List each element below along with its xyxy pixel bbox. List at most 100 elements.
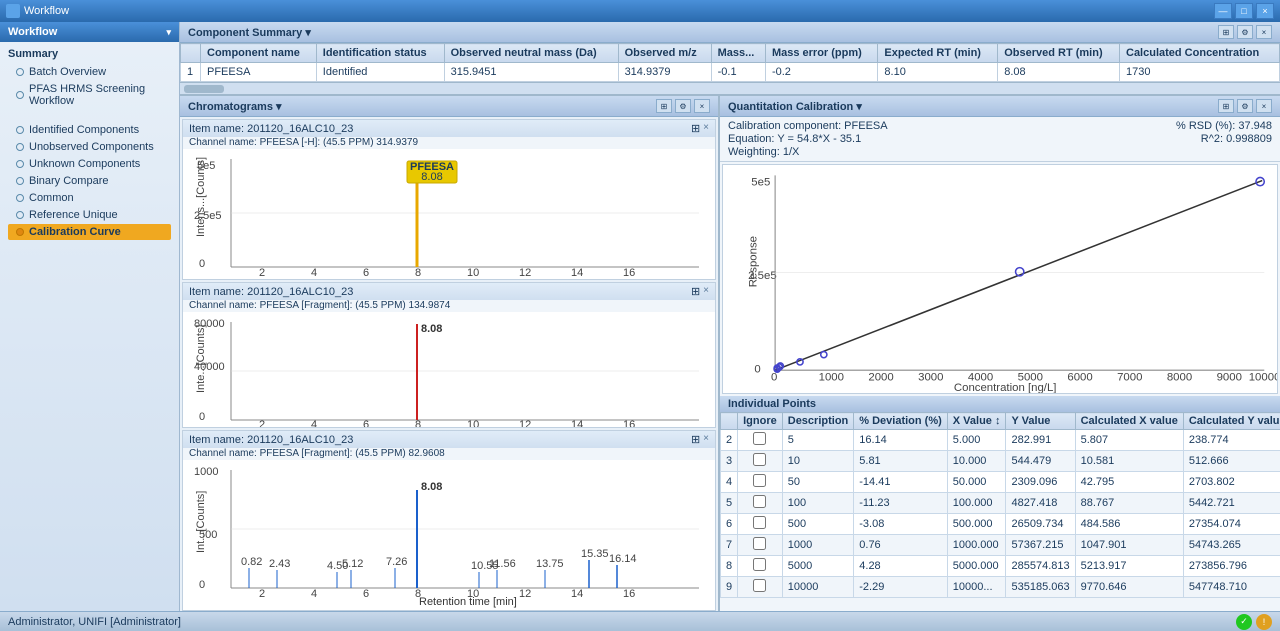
window-controls[interactable]: — □ × (1214, 3, 1274, 19)
table-row[interactable]: 1 PFEESA Identified 315.9451 314.9379 -0… (181, 63, 1280, 82)
col-pct-deviation[interactable]: % Deviation (%) (854, 413, 948, 430)
ignore-checkbox[interactable] (753, 495, 766, 508)
calc-y-cell: 5442.721 (1183, 493, 1280, 514)
sidebar-arrow-icon[interactable]: ▾ (166, 27, 171, 38)
ignore-cell[interactable] (738, 514, 783, 535)
chromatograms-title: Chromatograms ▾ (188, 100, 282, 113)
svg-text:1000: 1000 (194, 466, 218, 478)
col-calc-x[interactable]: Calculated X value (1075, 413, 1183, 430)
col-calc-conc[interactable]: Calculated Concentration (1120, 44, 1280, 63)
col-expected-rt[interactable]: Expected RT (min) (878, 44, 998, 63)
ignore-cell[interactable] (738, 451, 783, 472)
calib-close-btn[interactable]: × (1256, 99, 1272, 113)
sidebar-item-batch-overview[interactable]: Batch Overview (8, 64, 171, 80)
panel-close-btn[interactable]: × (1256, 25, 1272, 39)
col-mass-error[interactable]: Mass error (ppm) (765, 44, 877, 63)
ignore-cell[interactable] (738, 577, 783, 598)
chrom-expand-icon-3[interactable]: ⊞ (691, 433, 700, 446)
panel-settings-btn[interactable]: ⚙ (1237, 25, 1253, 39)
svg-text:7.26: 7.26 (386, 556, 407, 568)
chrom-expand-icon-2[interactable]: ⊞ (691, 285, 700, 298)
ignore-cell[interactable] (738, 430, 783, 451)
calib-settings-btn[interactable]: ⚙ (1237, 99, 1253, 113)
col-id-status[interactable]: Identification status (316, 44, 444, 63)
chrom-expand-icon[interactable]: ⊞ (691, 122, 700, 135)
col-description[interactable]: Description (782, 413, 854, 430)
sidebar-item-common[interactable]: Common (8, 190, 171, 206)
table-row[interactable]: 3 10 5.81 10.000 544.479 10.581 512.666 (721, 451, 1280, 472)
minimize-button[interactable]: — (1214, 3, 1232, 19)
component-summary-header: Component Summary ▾ ⊞ ⚙ × (180, 22, 1280, 43)
sidebar-item-label: Unobserved Components (29, 141, 154, 153)
col-x-value[interactable]: X Value ↕ (947, 413, 1006, 430)
chrom-close-btn[interactable]: × (694, 99, 710, 113)
table-row[interactable]: 6 500 -3.08 500.000 26509.734 484.586 27… (721, 514, 1280, 535)
col-neutral-mass[interactable]: Observed neutral mass (Da) (444, 44, 618, 63)
sidebar-item-unobserved[interactable]: Unobserved Components (8, 139, 171, 155)
ignore-cell[interactable] (738, 535, 783, 556)
sidebar-item-identified[interactable]: Identified Components (8, 122, 171, 138)
chrom-controls-3[interactable]: ⊞ × (691, 433, 709, 446)
calib-component-label: Calibration component: PFEESA (728, 120, 888, 132)
sidebar-item-reference-unique[interactable]: Reference Unique (8, 207, 171, 223)
close-button[interactable]: × (1256, 3, 1274, 19)
table-row[interactable]: 7 1000 0.76 1000.000 57367.215 1047.901 … (721, 535, 1280, 556)
col-observed-rt[interactable]: Observed RT (min) (998, 44, 1120, 63)
chrom-panel-controls[interactable]: ⊞ ⚙ × (656, 99, 710, 113)
chrom-controls-2[interactable]: ⊞ × (691, 285, 709, 298)
chrom-close-icon-2[interactable]: × (703, 285, 709, 298)
horizontal-scrollbar[interactable] (180, 82, 1280, 94)
table-row[interactable]: 5 100 -11.23 100.000 4827.418 88.767 544… (721, 493, 1280, 514)
chrom-settings-btn[interactable]: ⚙ (675, 99, 691, 113)
svg-text:0: 0 (199, 579, 205, 591)
ignore-checkbox[interactable] (753, 579, 766, 592)
row-num-cell: 7 (721, 535, 738, 556)
sidebar-item-unknown[interactable]: Unknown Components (8, 156, 171, 172)
scroll-thumb[interactable] (184, 85, 224, 93)
ignore-checkbox[interactable] (753, 516, 766, 529)
maximize-button[interactable]: □ (1235, 3, 1253, 19)
chrom-close-icon-3[interactable]: × (703, 433, 709, 446)
chrom-close-icon[interactable]: × (703, 122, 709, 135)
panel-controls[interactable]: ⊞ ⚙ × (1218, 25, 1272, 39)
col-ignore[interactable]: Ignore (738, 413, 783, 430)
col-observed-mz[interactable]: Observed m/z (618, 44, 711, 63)
chrom-icon-btn[interactable]: ⊞ (656, 99, 672, 113)
x-val-cell: 10.000 (947, 451, 1006, 472)
chromatograms-header: Chromatograms ▾ ⊞ ⚙ × (180, 96, 718, 117)
col-calc-y[interactable]: Calculated Y value (1183, 413, 1280, 430)
ignore-checkbox[interactable] (753, 537, 766, 550)
sidebar-title-text: Workflow (8, 26, 57, 38)
calc-conc-cell: 1730 (1120, 63, 1280, 82)
status-bar-right: ✓ ! (1236, 614, 1272, 630)
calib-icon-btn[interactable]: ⊞ (1218, 99, 1234, 113)
svg-text:1000: 1000 (819, 372, 844, 384)
ignore-cell[interactable] (738, 472, 783, 493)
col-mass2[interactable]: Mass... (711, 44, 765, 63)
ignore-checkbox[interactable] (753, 432, 766, 445)
col-y-value[interactable]: Y Value (1006, 413, 1075, 430)
ignore-checkbox[interactable] (753, 558, 766, 571)
ignore-cell[interactable] (738, 493, 783, 514)
table-row[interactable]: 9 10000 -2.29 10000... 535185.063 9770.6… (721, 577, 1280, 598)
status-user-text: Administrator, UNIFI [Administrator] (8, 616, 181, 628)
dev-cell: 5.81 (854, 451, 948, 472)
individual-points-header: Individual Points (720, 396, 1280, 412)
sidebar-item-pfas-screening[interactable]: PFAS HRMS Screening Workflow (8, 81, 171, 109)
ignore-checkbox[interactable] (753, 474, 766, 487)
svg-text:14: 14 (571, 419, 583, 427)
ignore-checkbox[interactable] (753, 453, 766, 466)
table-row[interactable]: 2 5 16.14 5.000 282.991 5.807 238.774 (721, 430, 1280, 451)
table-row[interactable]: 4 50 -14.41 50.000 2309.096 42.795 2703.… (721, 472, 1280, 493)
chrom-svg-1: 5e5 2.5e5 0 Intens...[Counts] 2 (183, 149, 715, 279)
dev-cell: -2.29 (854, 577, 948, 598)
calibration-title: Quantitation Calibration ▾ (728, 100, 862, 113)
panel-icon-btn[interactable]: ⊞ (1218, 25, 1234, 39)
chrom-controls-1[interactable]: ⊞ × (691, 122, 709, 135)
ignore-cell[interactable] (738, 556, 783, 577)
col-component-name[interactable]: Component name (201, 44, 317, 63)
sidebar-item-calibration-curve[interactable]: Calibration Curve (8, 224, 171, 240)
sidebar-item-binary-compare[interactable]: Binary Compare (8, 173, 171, 189)
table-row[interactable]: 8 5000 4.28 5000.000 285574.813 5213.917… (721, 556, 1280, 577)
calib-panel-controls[interactable]: ⊞ ⚙ × (1218, 99, 1272, 113)
